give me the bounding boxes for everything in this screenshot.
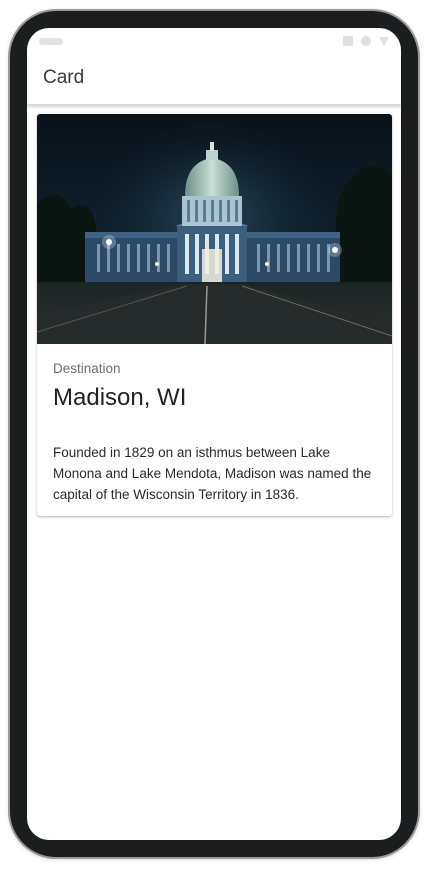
card-image [37,114,392,344]
app-bar: Card [27,54,401,105]
status-circle-icon [361,36,371,46]
app-bar-title: Card [43,67,85,88]
status-bar [27,28,401,54]
status-triangle-icon [379,36,389,46]
destination-card[interactable]: Destination Madison, WI Founded in 1829 … [37,114,392,516]
card-title: Madison, WI [53,384,187,411]
status-icons [343,36,389,46]
card-body-text: Founded in 1829 on an isthmus between La… [53,445,372,502]
screen: Card Destination Madison, WI Founded in … [27,28,401,840]
card-overline: Destination [53,361,121,376]
phone-frame: Card Destination Madison, WI Founded in … [10,11,418,857]
status-square-icon [343,36,353,46]
status-pill-icon [39,38,63,45]
